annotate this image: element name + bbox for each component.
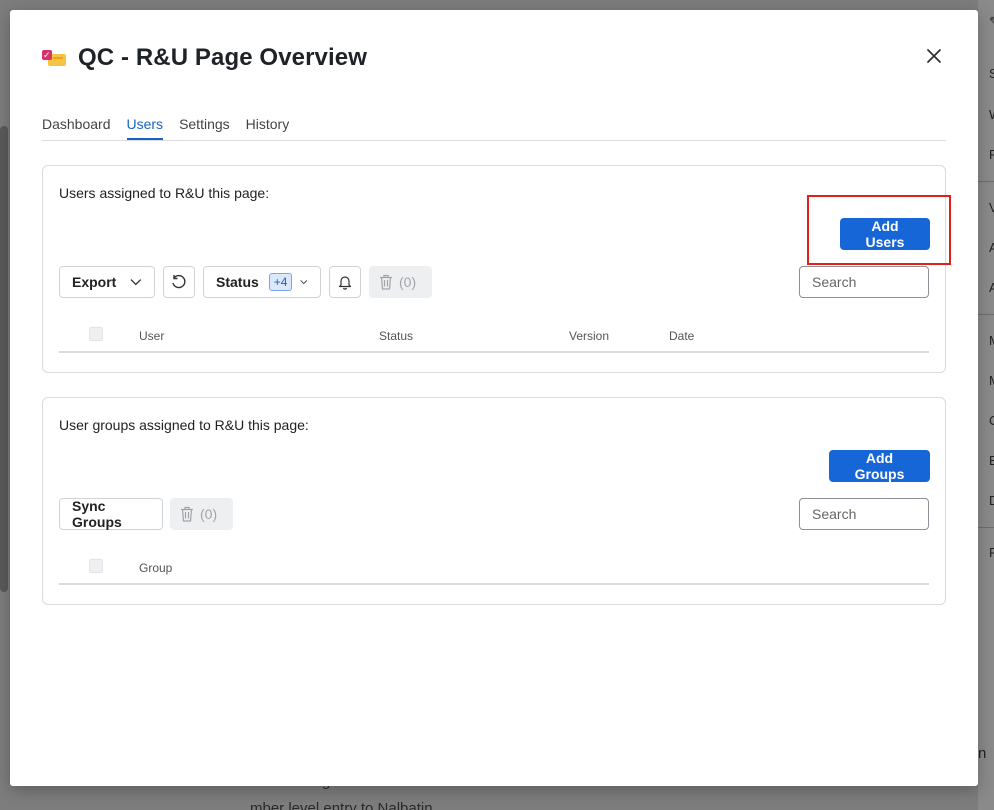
modal-header: ✓ QC - R&U Page Overview [42, 44, 367, 72]
background-letter: P [989, 147, 994, 162]
add-groups-button[interactable]: Add Groups [829, 450, 930, 482]
export-dropdown[interactable]: Export [59, 266, 155, 298]
background-letter: W [989, 107, 994, 122]
background-letter: V [989, 200, 994, 215]
tab-dashboard[interactable]: Dashboard [42, 116, 111, 140]
notify-button[interactable] [329, 266, 361, 298]
background-letter: M [989, 373, 994, 388]
column-header-user[interactable]: User [139, 329, 164, 343]
delete-groups-button[interactable]: (0) [170, 498, 233, 530]
status-filter-badge: +4 [268, 273, 293, 291]
users-table-header: User Status Version Date [59, 319, 929, 353]
tab-history[interactable]: History [246, 116, 290, 140]
trash-icon [181, 506, 193, 522]
column-header-group[interactable]: Group [139, 561, 172, 575]
column-header-date[interactable]: Date [669, 329, 694, 343]
trash-icon [380, 274, 392, 290]
users-search-input[interactable] [799, 266, 929, 298]
add-users-button[interactable]: Add Users [840, 218, 930, 250]
page-overview-modal: ✓ QC - R&U Page Overview Dashboard Users… [10, 10, 978, 786]
users-card: Users assigned to R&U this page: Add Use… [42, 165, 946, 373]
status-filter-dropdown[interactable]: Status +4 [203, 266, 321, 298]
select-all-users-checkbox[interactable] [89, 327, 103, 341]
export-label: Export [72, 274, 117, 290]
sync-groups-label: Sync Groups [72, 498, 122, 530]
background-letter: E [989, 453, 994, 468]
status-filter-label: Status [216, 274, 259, 290]
chevron-down-icon [130, 279, 142, 286]
tab-settings[interactable]: Settings [179, 116, 230, 140]
background-letter: A [989, 280, 994, 295]
background-letter: R [989, 545, 994, 560]
groups-table-header: Group [59, 551, 929, 585]
chevron-down-icon [300, 280, 308, 285]
background-letter: A [989, 240, 994, 255]
background-text: mber level entry to Nalbatin [250, 800, 433, 810]
edit-icon: ✎ [989, 14, 994, 30]
delete-users-button[interactable]: (0) [369, 266, 432, 298]
sync-groups-button[interactable]: Sync Groups [59, 498, 163, 530]
background-text: n [978, 745, 987, 762]
background-letter: C [989, 413, 994, 428]
refresh-icon [172, 274, 186, 289]
groups-section-label: User groups assigned to R&U this page: [59, 417, 309, 433]
users-section-label: Users assigned to R&U this page: [59, 185, 270, 201]
background-scrollbar [0, 126, 8, 592]
close-icon[interactable] [922, 44, 946, 68]
close-button[interactable] [922, 44, 946, 68]
delete-groups-count: (0) [200, 506, 218, 522]
select-all-groups-checkbox[interactable] [89, 559, 103, 573]
background-letter: S [989, 66, 994, 81]
background-right-panel: ✎ S W P V A A M M C E D R [978, 0, 994, 810]
tab-bar: Dashboard Users Settings History [42, 116, 946, 141]
tab-users[interactable]: Users [126, 116, 164, 140]
refresh-button[interactable] [163, 266, 195, 298]
column-header-version[interactable]: Version [569, 329, 609, 343]
groups-search-input[interactable] [799, 498, 929, 530]
column-header-status[interactable]: Status [379, 329, 413, 343]
background-letter: M [989, 333, 994, 348]
groups-card: User groups assigned to R&U this page: A… [42, 397, 946, 605]
page-overview-icon: ✓ [42, 48, 66, 68]
background-letter: D [989, 493, 994, 508]
bell-icon [338, 276, 352, 290]
modal-title: QC - R&U Page Overview [78, 44, 367, 71]
delete-users-count: (0) [399, 274, 417, 290]
